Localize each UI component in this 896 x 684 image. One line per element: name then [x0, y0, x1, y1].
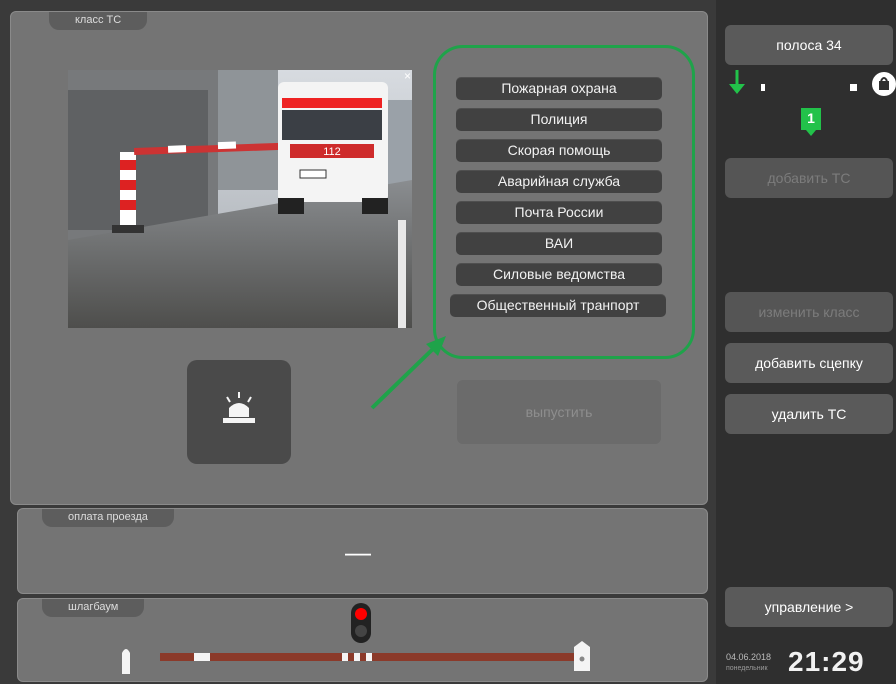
change-class-button[interactable]: изменить класс	[725, 292, 893, 332]
class-options-highlight: Пожарная охрана Полиция Скорая помощь Ав…	[433, 45, 695, 359]
lane-status	[729, 70, 896, 136]
class-option-ambulance[interactable]: Скорая помощь	[456, 139, 662, 162]
class-option-security-agencies[interactable]: Силовые ведомства	[456, 263, 662, 286]
class-option-emergency-service[interactable]: Аварийная служба	[456, 170, 662, 193]
payment-panel: оплата проезда —	[17, 508, 708, 594]
queue-count: 1	[807, 110, 815, 126]
payment-tab: оплата проезда	[42, 509, 174, 527]
add-trailer-button[interactable]: добавить сцепку	[725, 343, 893, 383]
barrier-left-post	[122, 649, 130, 674]
close-snapshot-icon[interactable]: ×	[404, 70, 411, 83]
green-arrow-icon	[370, 336, 446, 410]
class-option-vai[interactable]: ВАИ	[456, 232, 662, 255]
siren-button[interactable]	[187, 360, 291, 464]
class-option-police[interactable]: Полиция	[456, 108, 662, 131]
barrier-diagram	[122, 603, 590, 674]
class-option-fire[interactable]: Пожарная охрана	[456, 77, 662, 100]
arrow-down-icon	[729, 70, 745, 94]
payment-value: —	[345, 537, 371, 567]
footer-weekday: понедельник	[726, 665, 768, 672]
lane-button[interactable]: полоса 34	[725, 25, 893, 65]
vehicle-class-tab: класс ТС	[49, 12, 148, 30]
vehicle-class-panel: класс ТС 112 × Пожарная охрана Полиция С…	[10, 11, 708, 505]
class-option-public-transport[interactable]: Общественный транпорт	[450, 294, 666, 317]
camera-snapshot[interactable]: 112 ×	[68, 70, 412, 328]
svg-text:112: 112	[323, 146, 341, 158]
control-button[interactable]: управление >	[725, 587, 893, 627]
release-button[interactable]: выпустить	[457, 380, 661, 444]
siren-icon	[223, 392, 255, 423]
footer-time: 21:29	[788, 646, 865, 677]
delete-vehicle-button[interactable]: удалить ТС	[725, 394, 893, 434]
lock-icon	[872, 72, 896, 96]
ambulance-photo: 112 ×	[68, 70, 412, 328]
barrier-panel: шлагбаум	[17, 598, 708, 682]
class-option-post[interactable]: Почта России	[456, 201, 662, 224]
barrier-mount	[574, 641, 590, 671]
add-vehicle-button[interactable]: добавить ТС	[725, 158, 893, 198]
footer-date: 04.06.2018	[726, 652, 772, 662]
